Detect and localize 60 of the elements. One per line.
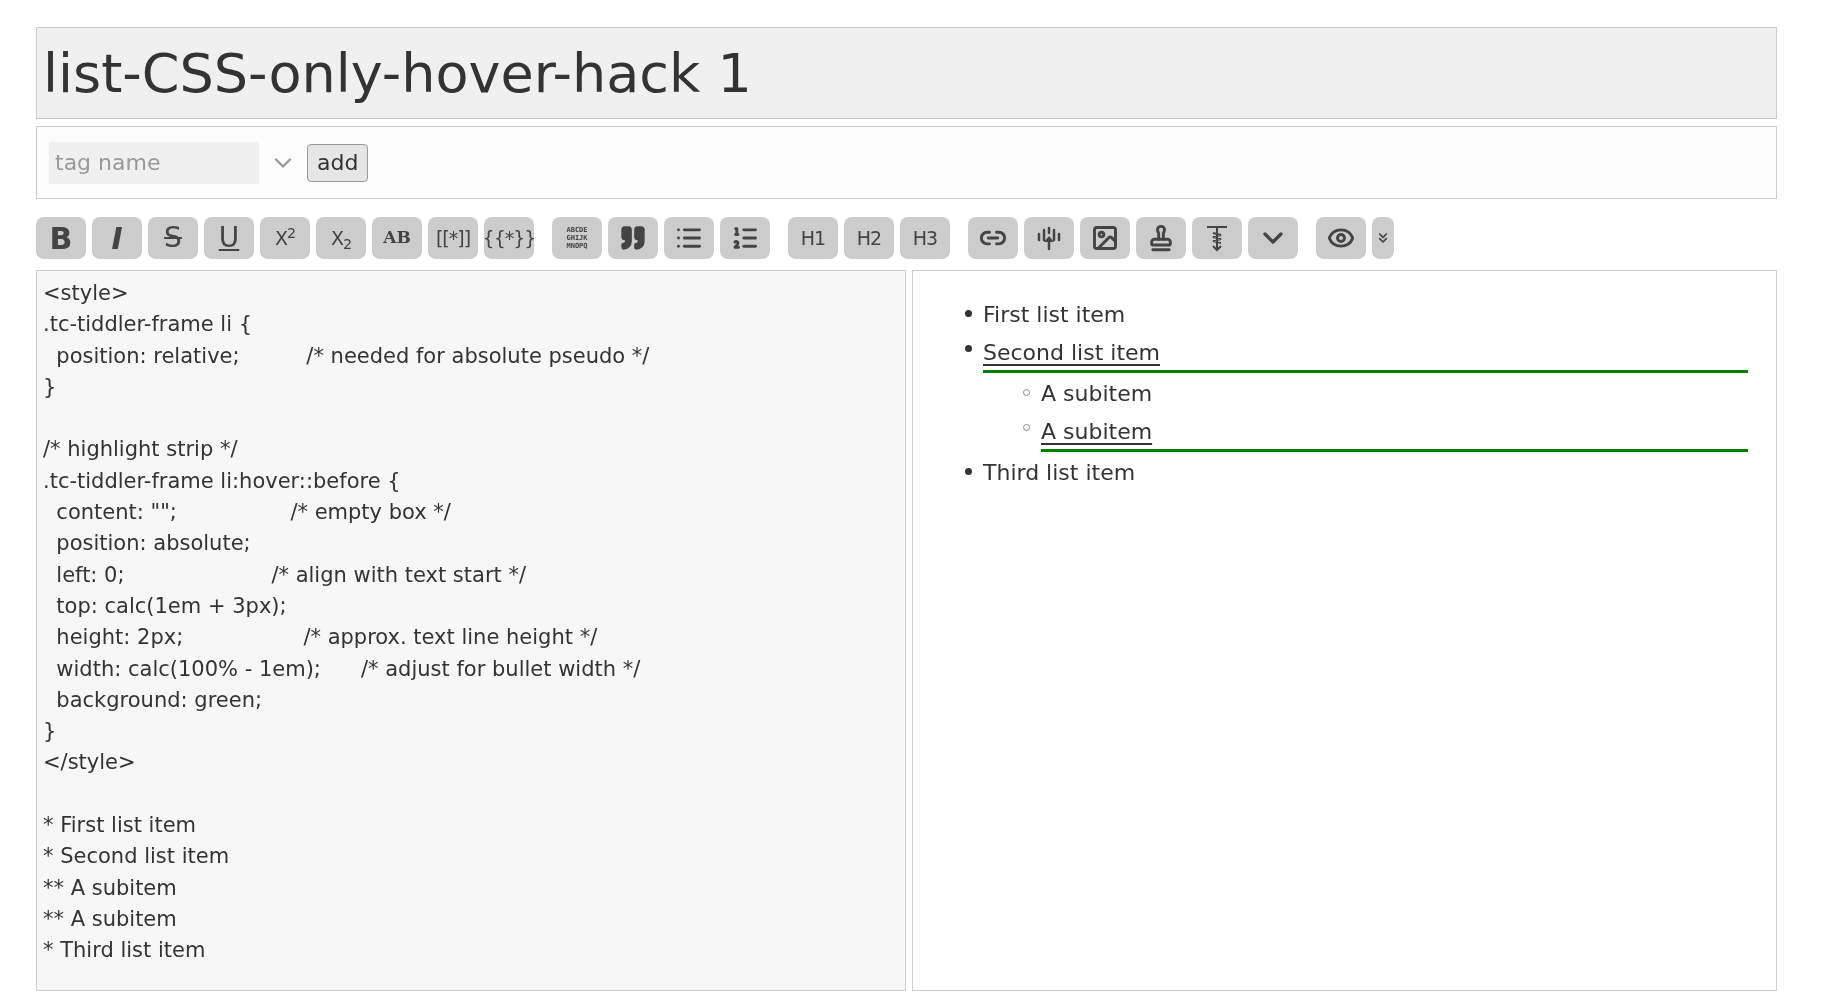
toolbar-button[interactable]: X$^{2}$ [260,217,310,259]
strikethrough-button[interactable]: S [148,217,198,259]
toolbar-button[interactable]: [[*]] [428,217,478,259]
code-line: background: green; [55,686,264,714]
bullet-icon [965,345,972,352]
list-item-text: Second list item [983,332,1748,373]
code-line: * First list item [43,812,197,840]
code-line: height: 2px; /* approx. text line height */ [55,624,599,652]
toolbar-button[interactable]: X$_{2}$ [316,217,366,259]
italic-button[interactable]: I [92,217,142,259]
upload-icon [1035,224,1063,252]
toolbar-button[interactable] [1080,217,1130,259]
code-line: left: 0; /* align with text start */ [55,561,528,589]
toolbar-button[interactable] [968,217,1018,259]
list-item-text: A subitem [1041,411,1748,452]
code-line: </style> [43,749,137,777]
image-icon [1091,224,1119,252]
tiddler-title[interactable]: list-CSS-only-hover-hack 1 [43,32,752,114]
bullet-icon [965,310,972,317]
toolbar-button[interactable]: {{*}} [484,217,534,259]
code-line: top: calc(1em + 3px); [55,592,288,620]
list-item-text: A subitem [1041,380,1154,408]
underline-button[interactable]: U [204,217,254,259]
code-line: width: calc(100% - 1em); /* adjust for bullet width */ [55,655,642,683]
numbered-list-icon [731,224,759,252]
code-line: /* highlight strip */ [43,436,239,464]
toolbar-button[interactable]: AB [372,217,422,259]
toolbar-button[interactable] [608,217,658,259]
toolbar-button[interactable]: H3 [900,217,950,259]
bold-button[interactable]: B [36,217,86,259]
text-editor[interactable] [36,270,906,991]
toolbar-button[interactable]: H1 [788,217,838,259]
code-line: * Second list item [43,843,231,871]
toolbar-button[interactable]: H2 [844,217,894,259]
toolbar-button[interactable] [720,217,770,259]
toolbar-button[interactable] [1136,217,1186,259]
toolbar-button[interactable] [1316,217,1366,259]
quote-icon [619,224,647,252]
code-line: position: relative; /* needed for absolute pseudo */ [55,342,651,370]
code-line: ** A subitem [43,905,178,933]
code-line: } [43,718,58,746]
list-item-text: Third list item [983,459,1137,487]
toolbar-button[interactable] [1024,217,1074,259]
code-line: .tc-tiddler-frame li { [43,311,254,339]
code-line: position: absolute; [55,530,252,558]
toolbar-button[interactable] [1372,217,1394,259]
toolbar-button[interactable] [1248,217,1298,259]
code-line: * Third list item [43,937,207,965]
stamp-icon [1147,224,1175,252]
bullet-icon [965,468,972,475]
tag-name-field[interactable]: tag name [49,141,259,184]
code-line: content: ""; /* empty box */ [55,499,452,527]
toolbar-button[interactable] [1192,217,1242,259]
toolbar-button[interactable] [664,217,714,259]
code-line: ** A subitem [43,874,178,902]
code-line: } [43,373,58,401]
list-item-text: First list item [983,301,1127,329]
add-button[interactable]: add [307,143,369,182]
code-line: .tc-tiddler-frame li:hover::before { [43,467,402,495]
code-line: <style> [43,280,130,307]
